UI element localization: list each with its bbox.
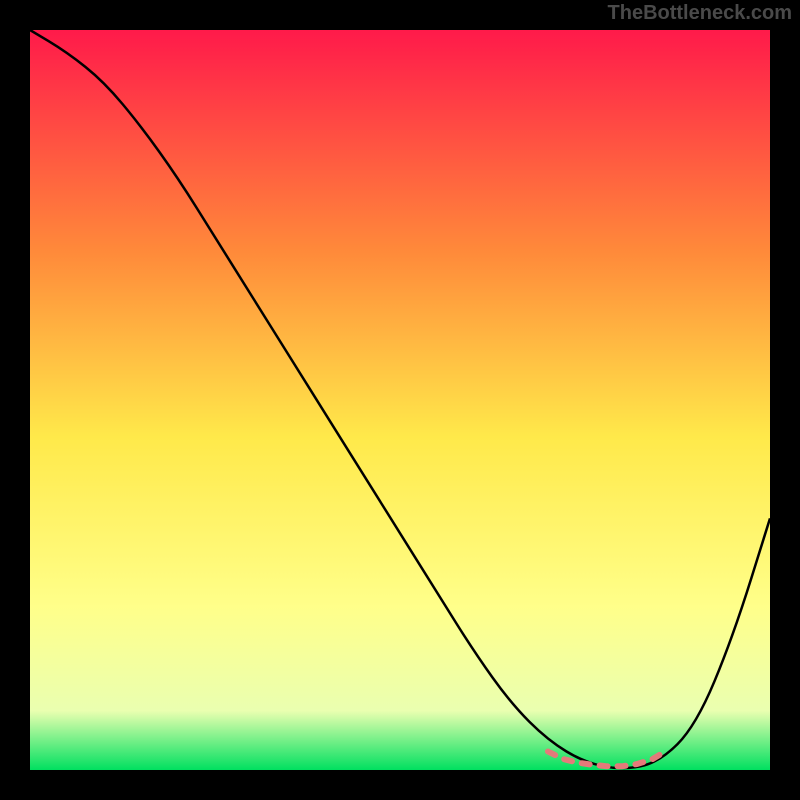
chart-svg [30, 30, 770, 770]
watermark-text: TheBottleneck.com [608, 2, 792, 25]
gradient-background [30, 30, 770, 770]
chart-container: TheBottleneck.com [0, 0, 800, 800]
plot-area [30, 30, 770, 770]
